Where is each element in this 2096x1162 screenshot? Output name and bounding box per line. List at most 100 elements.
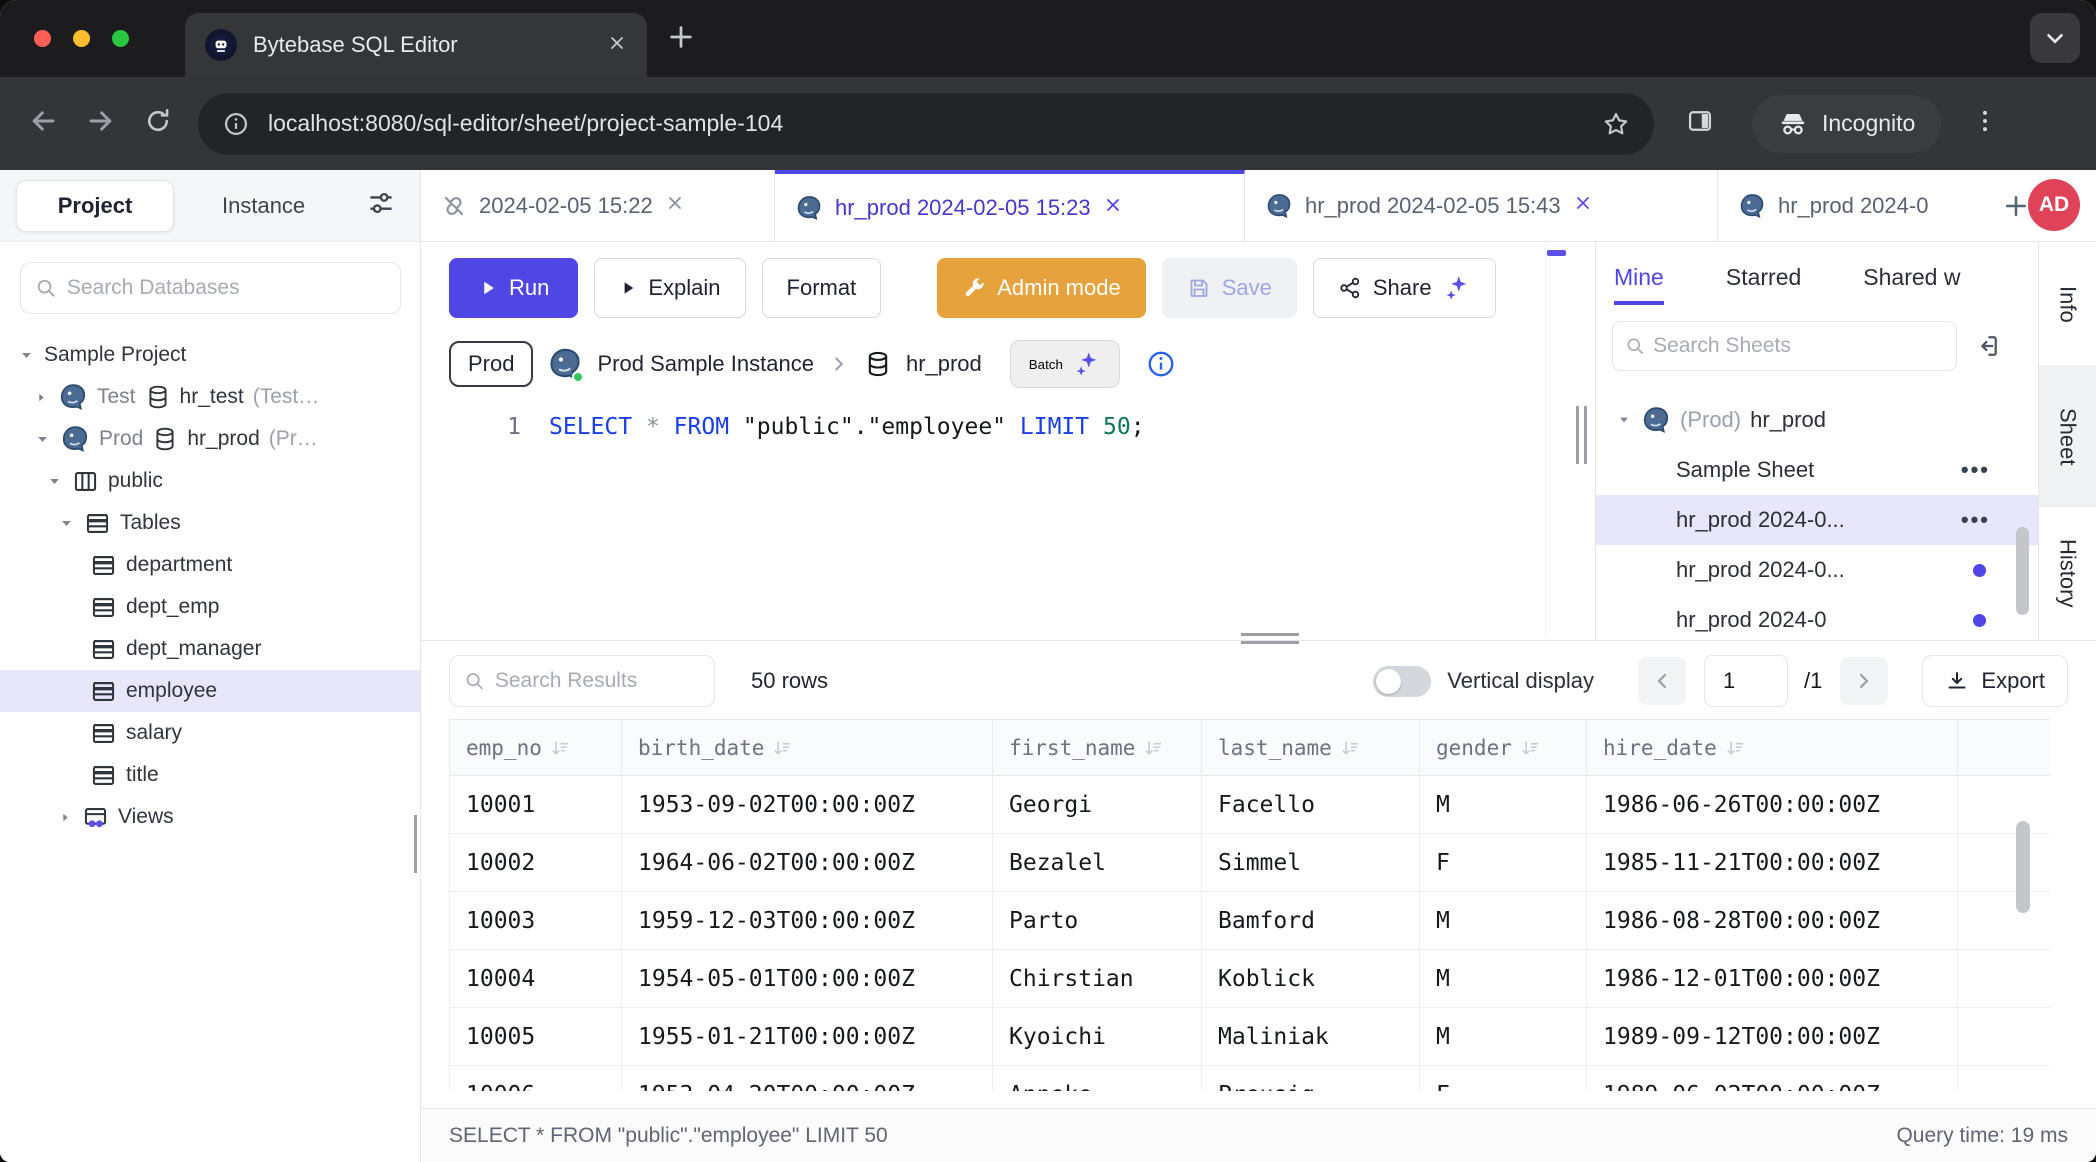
back-button[interactable] (28, 106, 58, 141)
panel-resize-handle-horizontal[interactable] (1241, 633, 1299, 649)
table-cell[interactable]: 1955-01-21T00:00:00Z (622, 1008, 993, 1066)
filter-settings-icon[interactable] (366, 188, 396, 223)
table-cell[interactable]: 1954-05-01T00:00:00Z (622, 950, 993, 1008)
table-cell[interactable]: 10005 (450, 1008, 622, 1066)
table-cell[interactable]: Preusig (1202, 1066, 1420, 1092)
table-cell[interactable]: M (1420, 776, 1587, 834)
database-name[interactable]: hr_prod (906, 351, 982, 377)
database-search-input[interactable] (67, 276, 386, 300)
close-tab-icon[interactable] (607, 33, 627, 58)
site-info-icon[interactable] (222, 110, 250, 138)
database-search[interactable] (20, 262, 401, 314)
table-cell[interactable]: 1985-11-21T00:00:00Z (1587, 834, 1958, 892)
tab-mine[interactable]: Mine (1614, 264, 1664, 305)
column-header-emp-no[interactable]: emp_no (450, 720, 622, 776)
caret-down-icon[interactable] (18, 347, 35, 364)
column-header-gender[interactable]: gender (1420, 720, 1587, 776)
results-scrollbar[interactable] (2016, 821, 2030, 913)
caret-down-icon[interactable] (58, 515, 75, 532)
address-bar[interactable]: localhost:8080/sql-editor/sheet/project-… (198, 93, 1654, 155)
more-actions-icon[interactable]: ••• (1961, 507, 1990, 533)
sheet-item-sample[interactable]: Sample Sheet ••• (1596, 445, 2038, 495)
caret-right-icon[interactable] (58, 810, 73, 825)
maximize-window-button[interactable] (112, 30, 129, 47)
next-page-button[interactable] (1840, 657, 1888, 705)
more-actions-icon[interactable]: ••• (1961, 457, 1990, 483)
table-cell[interactable]: F (1420, 1066, 1587, 1092)
sort-icon[interactable] (772, 738, 793, 759)
tree-item-hr-prod[interactable]: Prod hr_prod (Pr… (0, 418, 420, 460)
side-panel-icon[interactable] (1686, 107, 1714, 140)
tab-search-button[interactable] (2030, 13, 2080, 63)
reload-button[interactable] (144, 107, 172, 140)
tab-history[interactable]: History (2039, 507, 2096, 639)
table-cell[interactable]: Bezalel (993, 834, 1202, 892)
sheet-item-partial-top[interactable]: hr_prod 2024-0... (1596, 381, 2038, 395)
minimize-window-button[interactable] (73, 30, 90, 47)
panel-resize-handle-vertical[interactable] (1576, 406, 1587, 464)
table-cell[interactable]: 1986-06-26T00:00:00Z (1587, 776, 1958, 834)
worksheet-tab-4[interactable]: hr_prod 2024-0 (1718, 170, 1988, 242)
export-button[interactable]: Export (1922, 655, 2068, 707)
table-cell[interactable]: 10003 (450, 892, 622, 950)
sheet-list-scrollbar[interactable] (2016, 527, 2029, 615)
admin-mode-button[interactable]: Admin mode (937, 258, 1146, 318)
caret-down-icon[interactable] (46, 473, 63, 490)
tab-project[interactable]: Project (16, 180, 174, 232)
table-cell[interactable]: Georgi (993, 776, 1202, 834)
run-button[interactable]: Run (449, 258, 578, 318)
tree-item-hr-test[interactable]: Test hr_test (Test… (0, 376, 420, 418)
explain-button[interactable]: Explain (594, 258, 745, 318)
sheet-item-selected[interactable]: hr_prod 2024-0... ••• (1596, 495, 2038, 545)
caret-right-icon[interactable] (34, 390, 49, 405)
tab-info[interactable]: Info (2039, 242, 2096, 367)
bookmark-star-icon[interactable] (1602, 110, 1630, 138)
save-button[interactable]: Save (1162, 258, 1297, 318)
caret-down-icon[interactable] (1616, 412, 1632, 428)
tree-item-table-employee[interactable]: employee (0, 670, 420, 712)
table-cell[interactable]: F (1420, 834, 1587, 892)
table-cell[interactable]: 1953-09-02T00:00:00Z (622, 776, 993, 834)
table-cell[interactable]: 1989-06-02T00:00:00Z (1587, 1066, 1958, 1092)
info-icon[interactable] (1146, 349, 1176, 379)
tree-item-table-department[interactable]: department (0, 544, 420, 586)
table-cell[interactable]: 1986-12-01T00:00:00Z (1587, 950, 1958, 1008)
tree-item-tables[interactable]: Tables (0, 502, 420, 544)
table-cell[interactable]: Parto (993, 892, 1202, 950)
table-cell[interactable]: 1989-09-12T00:00:00Z (1587, 1008, 1958, 1066)
browser-tab[interactable]: Bytebase SQL Editor (185, 13, 647, 77)
prev-page-button[interactable] (1638, 657, 1686, 705)
tree-item-table-dept-manager[interactable]: dept_manager (0, 628, 420, 670)
caret-down-icon[interactable] (34, 431, 51, 448)
results-search[interactable] (449, 655, 715, 707)
close-worksheet-icon[interactable] (1103, 195, 1123, 221)
table-cell[interactable]: 10002 (450, 834, 622, 892)
browser-menu-icon[interactable] (1971, 107, 1999, 140)
table-cell[interactable]: Koblick (1202, 950, 1420, 1008)
table-cell[interactable]: M (1420, 892, 1587, 950)
sort-icon[interactable] (1340, 738, 1361, 759)
table-cell[interactable]: Kyoichi (993, 1008, 1202, 1066)
tree-item-table-salary[interactable]: salary (0, 712, 420, 754)
worksheet-tab-2-active[interactable]: hr_prod 2024-02-05 15:23 (775, 170, 1245, 242)
editor-minimap[interactable] (1545, 242, 1567, 636)
tree-item-views[interactable]: Views (0, 796, 420, 838)
batch-button[interactable]: Batch (1010, 340, 1120, 388)
column-header-first-name[interactable]: first_name (993, 720, 1202, 776)
sql-code-area[interactable]: 1 SELECT * FROM "public"."employee" LIMI… (421, 414, 1570, 440)
table-cell[interactable]: Facello (1202, 776, 1420, 834)
tab-sheet[interactable]: Sheet (2039, 367, 2096, 507)
forward-button[interactable] (86, 106, 116, 141)
tab-shared[interactable]: Shared w (1863, 264, 1960, 305)
page-number-input[interactable] (1704, 655, 1788, 707)
tree-item-table-dept-emp[interactable]: dept_emp (0, 586, 420, 628)
sort-icon[interactable] (1725, 738, 1746, 759)
table-cell[interactable]: 1964-06-02T00:00:00Z (622, 834, 993, 892)
worksheet-tab-3[interactable]: hr_prod 2024-02-05 15:43 (1245, 170, 1718, 242)
sheet-search-input[interactable] (1653, 334, 1944, 358)
sheet-search[interactable] (1612, 321, 1957, 371)
new-worksheet-button[interactable] (2002, 170, 2030, 241)
sheet-group-hr-prod[interactable]: (Prod) hr_prod (1596, 395, 2038, 445)
new-tab-button[interactable] (666, 22, 696, 57)
sort-icon[interactable] (1520, 738, 1541, 759)
